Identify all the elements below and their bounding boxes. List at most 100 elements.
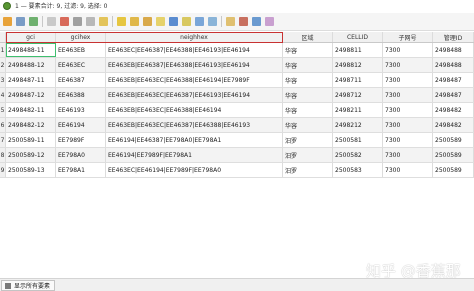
cell-subnet[interactable]: 7300 xyxy=(383,88,433,102)
cell-gci[interactable]: 2498487-11 xyxy=(6,73,56,87)
conditional-format-icon[interactable] xyxy=(265,17,274,26)
cell-subnet[interactable]: 7300 xyxy=(383,118,433,132)
cell-neighhex[interactable]: EE46194|EE46387|EE798A0|EE798A1 xyxy=(106,133,283,147)
column-header-gcihex[interactable]: gcihex xyxy=(56,32,106,42)
cell-gcihex[interactable]: EE46387 xyxy=(56,73,106,87)
select-expression-icon[interactable] xyxy=(117,17,126,26)
cell-gci[interactable]: 2498488-12 xyxy=(6,58,56,72)
cell-region[interactable]: 华容 xyxy=(283,58,333,72)
cell-subnet[interactable]: 7300 xyxy=(383,163,433,177)
cell-gcihex[interactable]: EE463EC xyxy=(56,58,106,72)
cell-gcihex[interactable]: EE463EB xyxy=(56,43,106,57)
cell-gci[interactable]: 2498488-11 xyxy=(6,43,56,57)
table-row[interactable]: 8 2500589-12 EE798A0 EE46194|EE7989F|EE798A… xyxy=(0,148,474,163)
cell-cellid[interactable]: 2498712 xyxy=(333,88,383,102)
cell-neighhex[interactable]: EE463EB|EE463EC|EE46387|EE46388|EE46193 xyxy=(106,118,283,132)
field-calculator-icon[interactable] xyxy=(252,17,261,26)
cell-cellid[interactable]: 2498212 xyxy=(333,118,383,132)
cell-mgmt-id[interactable]: 2498482 xyxy=(433,103,474,117)
cell-region[interactable]: 华容 xyxy=(283,103,333,117)
edit-toggle-icon[interactable] xyxy=(47,17,56,26)
cell-mgmt-id[interactable]: 2500589 xyxy=(433,163,474,177)
delete-field-icon[interactable] xyxy=(239,17,248,26)
cell-mgmt-id[interactable]: 2500589 xyxy=(433,133,474,147)
column-header-mgmt-id[interactable]: 管理ID xyxy=(433,32,474,42)
cell-mgmt-id[interactable]: 2498487 xyxy=(433,73,474,87)
refresh-icon[interactable] xyxy=(29,17,38,26)
column-header-subnet[interactable]: 子网号 xyxy=(383,32,433,42)
cell-gcihex[interactable]: EE798A0 xyxy=(56,148,106,162)
show-all-features-button[interactable]: 显示所有要素 xyxy=(1,280,56,291)
cell-subnet[interactable]: 7300 xyxy=(383,148,433,162)
cell-neighhex[interactable]: EE463EC|EE46194|EE7989F|EE798A0 xyxy=(106,163,283,177)
cell-gci[interactable]: 2498482-12 xyxy=(6,118,56,132)
cell-region[interactable]: 汨罗 xyxy=(283,163,333,177)
cell-cellid[interactable]: 2500582 xyxy=(333,148,383,162)
cell-mgmt-id[interactable]: 2498482 xyxy=(433,118,474,132)
filter-icon[interactable] xyxy=(169,17,178,26)
cell-subnet[interactable]: 7300 xyxy=(383,58,433,72)
table-row[interactable]: 4 2498487-12 EE46388 EE463EB|EE463EC|EE4638… xyxy=(0,88,474,103)
column-header-neighhex[interactable]: neighhex xyxy=(106,32,283,42)
cell-gci[interactable]: 2500589-12 xyxy=(6,148,56,162)
pan-icon[interactable] xyxy=(195,17,204,26)
pencil-icon[interactable] xyxy=(3,17,12,26)
cell-neighhex[interactable]: EE463EB|EE463EC|EE46388|EE46194 xyxy=(106,103,283,117)
new-field-icon[interactable] xyxy=(226,17,235,26)
cell-mgmt-id[interactable]: 2500589 xyxy=(433,148,474,162)
column-header-cellid[interactable]: CELLID xyxy=(333,32,383,42)
cell-gcihex[interactable]: EE798A1 xyxy=(56,163,106,177)
cell-gci[interactable]: 2500589-11 xyxy=(6,133,56,147)
cell-neighhex[interactable]: EE463EB|EE46387|EE46388|EE46193|EE46194 xyxy=(106,58,283,72)
zoom-icon[interactable] xyxy=(208,17,217,26)
cell-cellid[interactable]: 2498811 xyxy=(333,43,383,57)
cell-cellid[interactable]: 2498812 xyxy=(333,58,383,72)
cell-region[interactable]: 华容 xyxy=(283,88,333,102)
cell-mgmt-id[interactable]: 2498488 xyxy=(433,58,474,72)
cell-gcihex[interactable]: EE46388 xyxy=(56,88,106,102)
table-row[interactable]: 9 2500589-13 EE798A1 EE463EC|EE46194|EE7989… xyxy=(0,163,474,178)
cell-neighhex[interactable]: EE46194|EE7989F|EE798A1 xyxy=(106,148,283,162)
delete-icon[interactable] xyxy=(60,17,69,26)
cell-cellid[interactable]: 2498711 xyxy=(333,73,383,87)
cell-gcihex[interactable]: EE7989F xyxy=(56,133,106,147)
save-icon[interactable] xyxy=(16,17,25,26)
cell-mgmt-id[interactable]: 2498488 xyxy=(433,43,474,57)
cell-subnet[interactable]: 7300 xyxy=(383,133,433,147)
table-row[interactable]: 7 2500589-11 EE7989F EE46194|EE46387|EE798A… xyxy=(0,133,474,148)
cell-region[interactable]: 华容 xyxy=(283,118,333,132)
cell-subnet[interactable]: 7300 xyxy=(383,43,433,57)
cut-icon[interactable] xyxy=(73,17,82,26)
paste-icon[interactable] xyxy=(99,17,108,26)
cell-gci[interactable]: 2498487-12 xyxy=(6,88,56,102)
table-row[interactable]: 3 2498487-11 EE46387 EE463EB|EE463EC|EE4638… xyxy=(0,73,474,88)
cell-subnet[interactable]: 7300 xyxy=(383,73,433,87)
invert-selection-icon[interactable] xyxy=(143,17,152,26)
table-row[interactable]: 2 2498488-12 EE463EC EE463EB|EE46387|EE4638… xyxy=(0,58,474,73)
column-header-gci[interactable]: gci xyxy=(6,32,56,42)
cell-neighhex[interactable]: EE463EB|EE463EC|EE46388|EE46194|EE7989F xyxy=(106,73,283,87)
table-row[interactable]: 1 2498488-11 EE463EB EE463EC|EE46387|EE4638… xyxy=(0,43,474,58)
column-header-region[interactable]: 区域 xyxy=(283,32,333,42)
cell-neighhex[interactable]: EE463EC|EE46387|EE46388|EE46193|EE46194 xyxy=(106,43,283,57)
cell-gci[interactable]: 2500589-13 xyxy=(6,163,56,177)
move-top-icon[interactable] xyxy=(182,17,191,26)
cell-region[interactable]: 汨罗 xyxy=(283,148,333,162)
cell-cellid[interactable]: 2500583 xyxy=(333,163,383,177)
deselect-icon[interactable] xyxy=(156,17,165,26)
copy-icon[interactable] xyxy=(86,17,95,26)
cell-region[interactable]: 华容 xyxy=(283,43,333,57)
cell-subnet[interactable]: 7300 xyxy=(383,103,433,117)
cell-region[interactable]: 华容 xyxy=(283,73,333,87)
select-all-icon[interactable] xyxy=(130,17,139,26)
table-row[interactable]: 6 2498482-12 EE46194 EE463EB|EE463EC|EE4638… xyxy=(0,118,474,133)
cell-mgmt-id[interactable]: 2498487 xyxy=(433,88,474,102)
cell-gcihex[interactable]: EE46194 xyxy=(56,118,106,132)
cell-cellid[interactable]: 2500581 xyxy=(333,133,383,147)
cell-gcihex[interactable]: EE46193 xyxy=(56,103,106,117)
cell-gci[interactable]: 2498482-11 xyxy=(6,103,56,117)
cell-neighhex[interactable]: EE463EB|EE463EC|EE46387|EE46193|EE46194 xyxy=(106,88,283,102)
table-row[interactable]: 5 2498482-11 EE46193 EE463EB|EE463EC|EE4638… xyxy=(0,103,474,118)
cell-cellid[interactable]: 2498211 xyxy=(333,103,383,117)
cell-region[interactable]: 汨罗 xyxy=(283,133,333,147)
